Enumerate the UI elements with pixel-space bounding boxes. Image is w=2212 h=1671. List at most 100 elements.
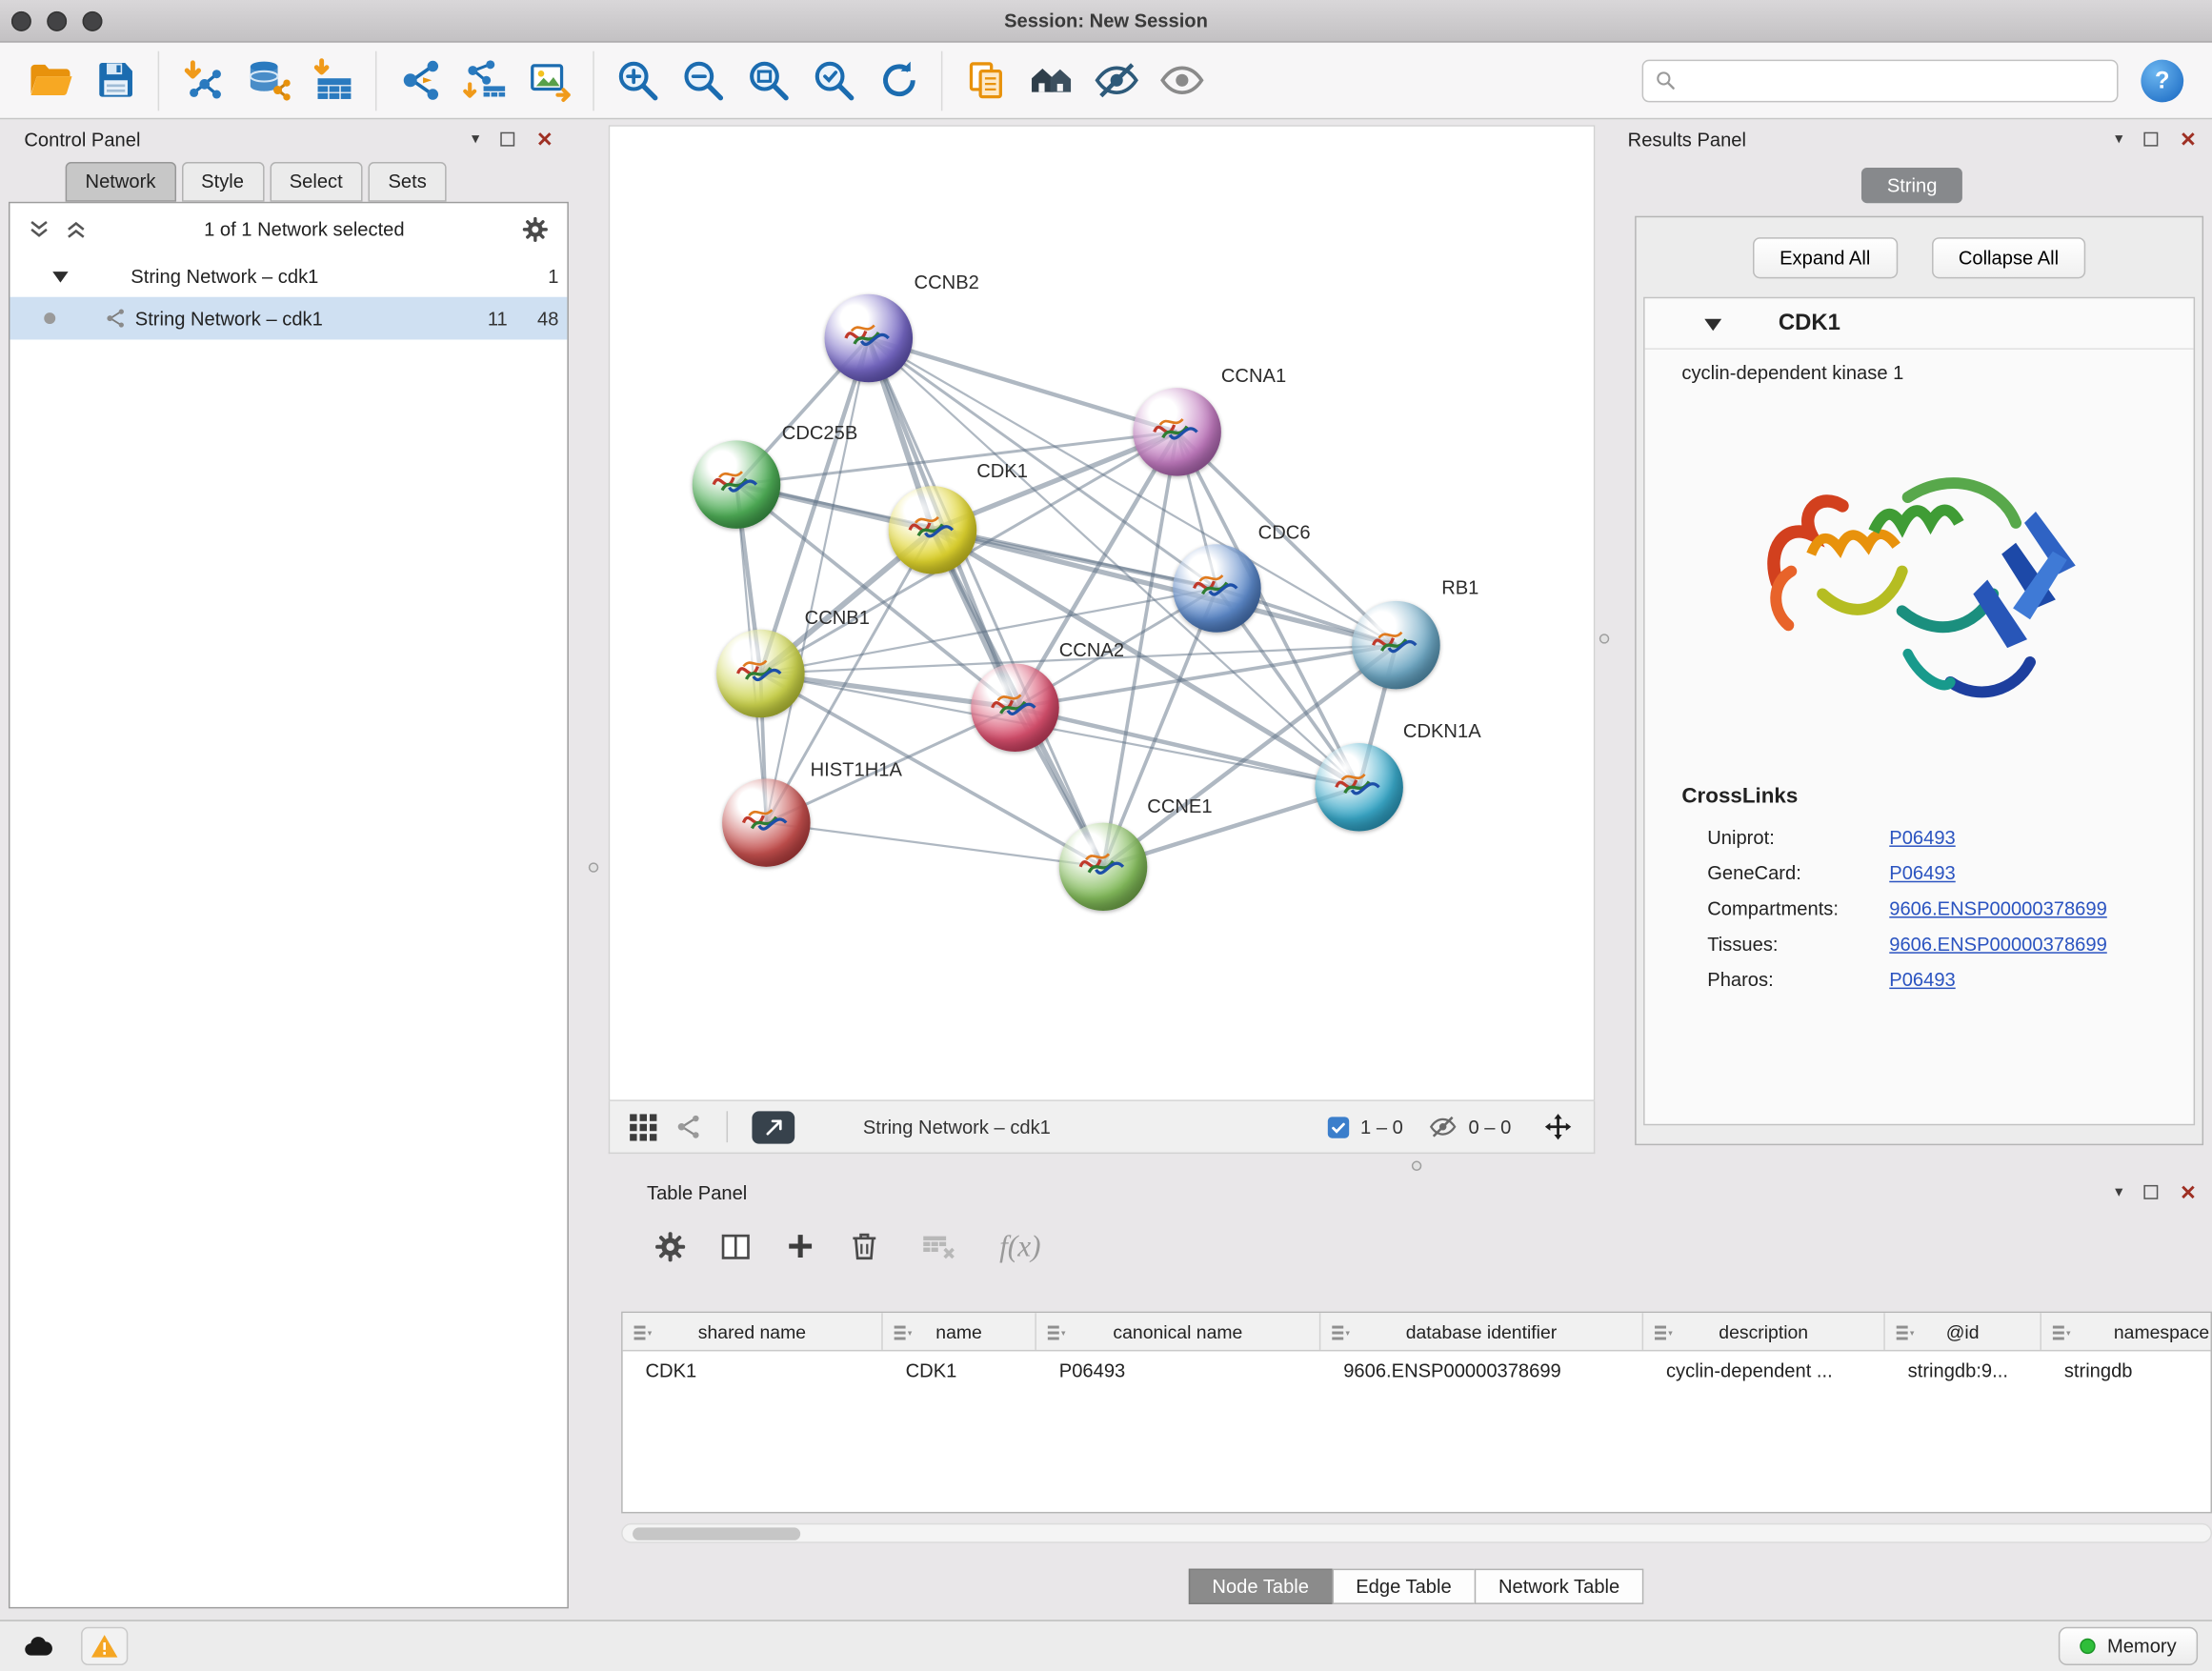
panel-float-icon[interactable] — [2144, 132, 2159, 147]
help-button[interactable]: ? — [2141, 59, 2183, 102]
network-node-CCNA2[interactable] — [971, 664, 1059, 752]
network-node-CDKN1A[interactable] — [1315, 743, 1403, 831]
column-header-description[interactable]: description — [1643, 1313, 1885, 1350]
collapse-all-icon[interactable] — [27, 216, 50, 240]
tab-string[interactable]: String — [1861, 168, 1962, 203]
network-edge-CCNB2-CCNE1[interactable] — [869, 338, 1103, 867]
home-networks-button[interactable] — [1017, 48, 1083, 113]
crosslink-link[interactable]: 9606.ENSP00000378699 — [1889, 898, 2107, 919]
column-header-canonical-name[interactable]: canonical name — [1036, 1313, 1320, 1350]
delete-column-icon[interactable] — [847, 1229, 881, 1263]
memory-button[interactable]: Memory — [2059, 1627, 2198, 1665]
zoom-fit-button[interactable] — [735, 48, 801, 113]
entry-header[interactable]: CDK1 — [1645, 298, 2194, 350]
panel-menu-icon[interactable]: ▾ — [472, 131, 479, 147]
horizontal-splitter-handle[interactable] — [1412, 1161, 1421, 1171]
collapse-entry-icon[interactable] — [1704, 314, 1721, 332]
collapse-all-button[interactable]: Collapse All — [1931, 237, 2085, 278]
new-network-from-selection-button[interactable] — [452, 48, 518, 113]
vertical-splitter-handle[interactable] — [1599, 634, 1609, 643]
export-image-button[interactable] — [517, 48, 583, 113]
network-edge-CCNA2-CDKN1A[interactable] — [1016, 708, 1359, 788]
panel-close-icon[interactable]: ✕ — [536, 130, 553, 150]
warnings-button[interactable] — [81, 1627, 128, 1665]
cloud-status-button[interactable] — [14, 1627, 63, 1665]
selected-checkbox-icon[interactable] — [1328, 1117, 1349, 1137]
network-node-HIST1H1A[interactable] — [722, 778, 811, 866]
zoom-in-button[interactable] — [604, 48, 670, 113]
hidden-eye-slash-icon[interactable] — [1429, 1113, 1458, 1141]
panel-menu-icon[interactable]: ▾ — [2115, 131, 2122, 147]
tab-node-table[interactable]: Node Table — [1188, 1569, 1333, 1604]
open-session-button[interactable] — [17, 48, 83, 113]
expand-all-icon[interactable] — [64, 216, 88, 240]
save-session-button[interactable] — [83, 48, 149, 113]
show-all-button[interactable] — [1149, 48, 1215, 113]
column-header-database-identifier[interactable]: database identifier — [1320, 1313, 1643, 1350]
network-node-CDC6[interactable] — [1173, 544, 1261, 632]
show-columns-icon[interactable] — [718, 1228, 754, 1263]
panel-menu-icon[interactable]: ▾ — [2115, 1184, 2122, 1199]
expand-all-button[interactable]: Expand All — [1753, 237, 1898, 278]
column-header-shared-name[interactable]: shared name — [623, 1313, 883, 1350]
crosslink-link[interactable]: P06493 — [1889, 827, 1955, 848]
minimize-window-button[interactable] — [47, 11, 67, 31]
panel-close-icon[interactable]: ✕ — [2180, 130, 2197, 150]
detach-view-button[interactable] — [752, 1111, 794, 1143]
tab-select[interactable]: Select — [270, 162, 363, 202]
network-node-CCNB2[interactable] — [825, 294, 914, 382]
zoom-selected-button[interactable] — [800, 48, 866, 113]
delete-table-icon[interactable] — [920, 1229, 958, 1263]
network-node-CDC25B[interactable] — [693, 440, 781, 528]
tab-edge-table[interactable]: Edge Table — [1332, 1569, 1476, 1604]
crosslink-link[interactable]: 9606.ENSP00000378699 — [1889, 934, 2107, 955]
crosslink-link[interactable]: P06493 — [1889, 862, 1955, 883]
tab-network[interactable]: Network — [66, 162, 176, 202]
copy-document-button[interactable] — [953, 48, 1018, 113]
panel-float-icon[interactable] — [501, 132, 515, 147]
column-header-id[interactable]: @id — [1885, 1313, 2041, 1350]
function-builder-button[interactable]: f(x) — [999, 1228, 1041, 1263]
hide-selected-button[interactable] — [1083, 48, 1149, 113]
network-edge-CCNB2-CCNA1[interactable] — [869, 338, 1177, 432]
panel-close-icon[interactable]: ✕ — [2180, 1182, 2197, 1202]
scrollbar-thumb[interactable] — [633, 1527, 800, 1540]
vertical-splitter-handle[interactable] — [589, 862, 598, 872]
grid-view-icon[interactable] — [630, 1114, 656, 1140]
zoom-window-button[interactable] — [83, 11, 103, 31]
add-column-icon[interactable] — [783, 1229, 817, 1263]
network-node-CCNA1[interactable] — [1133, 388, 1221, 475]
network-collection-row[interactable]: String Network – cdk1 1 — [10, 254, 567, 297]
new-network-button[interactable] — [387, 48, 452, 113]
tree-expander-icon[interactable] — [52, 268, 68, 283]
network-row-selected[interactable]: String Network – cdk1 11 48 — [10, 297, 567, 340]
tab-network-table[interactable]: Network Table — [1475, 1569, 1644, 1604]
tab-style[interactable]: Style — [181, 162, 264, 202]
network-view-icon[interactable] — [674, 1113, 702, 1141]
import-network-file-button[interactable] — [170, 48, 235, 113]
crosslink-link[interactable]: P06493 — [1889, 969, 1955, 990]
network-edge-HIST1H1A-CCNE1[interactable] — [766, 823, 1103, 867]
network-edge-CCNB2-HIST1H1A[interactable] — [766, 338, 868, 823]
network-node-CDK1[interactable] — [889, 486, 977, 574]
tab-sets[interactable]: Sets — [369, 162, 447, 202]
table-row[interactable]: CDK1CDK1P064939606.ENSP00000378699cyclin… — [623, 1351, 2212, 1388]
toolbar-search[interactable] — [1642, 59, 2119, 102]
panel-float-icon[interactable] — [2144, 1185, 2159, 1199]
column-header-name[interactable]: name — [883, 1313, 1036, 1350]
import-network-database-button[interactable] — [234, 48, 300, 113]
network-node-CCNE1[interactable] — [1059, 823, 1148, 911]
apply-layout-button[interactable] — [866, 48, 932, 113]
search-input[interactable] — [1684, 70, 2105, 91]
table-horizontal-scrollbar[interactable] — [621, 1523, 2212, 1543]
network-options-gear-icon[interactable] — [520, 213, 550, 243]
pan-move-icon[interactable] — [1542, 1111, 1574, 1142]
import-table-button[interactable] — [300, 48, 366, 113]
network-node-CCNB1[interactable] — [716, 630, 805, 717]
zoom-out-button[interactable] — [670, 48, 735, 113]
network-node-RB1[interactable] — [1352, 601, 1440, 689]
network-canvas[interactable]: CCNB2CCNA1CDC25BCDK1CDC6RB1CCNB1CCNA2CDK… — [609, 125, 1596, 1101]
close-window-button[interactable] — [11, 11, 31, 31]
column-header-namespace[interactable]: namespace — [2041, 1313, 2212, 1350]
table-settings-gear-icon[interactable] — [653, 1228, 688, 1263]
